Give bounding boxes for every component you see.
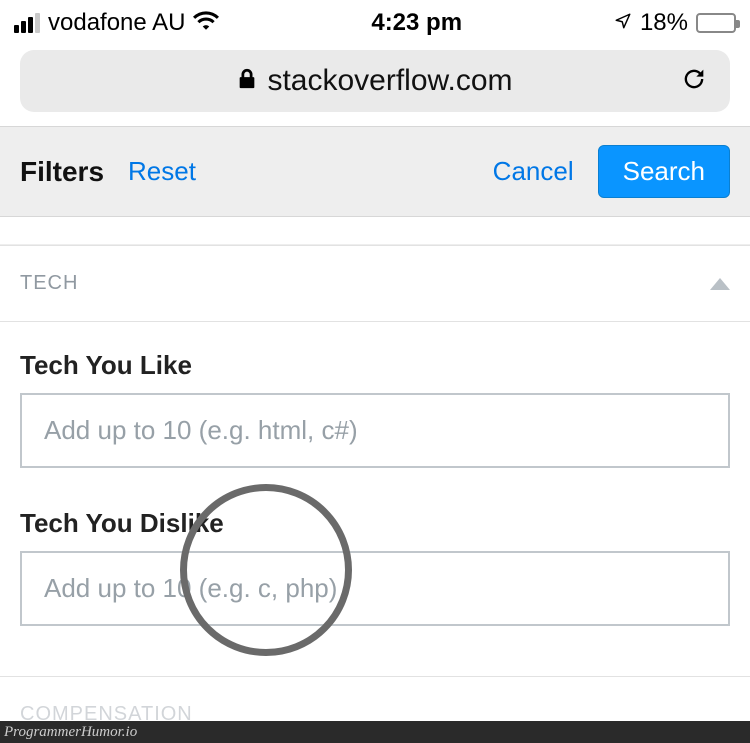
battery-percent: 18% bbox=[640, 9, 688, 37]
watermark-text: ProgrammerHumor.io bbox=[4, 724, 137, 741]
lock-icon bbox=[237, 68, 257, 95]
location-icon bbox=[614, 9, 632, 37]
wifi-icon bbox=[193, 9, 219, 37]
browser-chrome: stackoverflow.com bbox=[0, 44, 750, 126]
signal-strength-icon bbox=[14, 13, 40, 33]
reload-icon[interactable] bbox=[680, 65, 708, 98]
section-header-compensation[interactable]: COMPENSATION bbox=[0, 676, 750, 726]
tech-like-field: Tech You Like bbox=[20, 350, 730, 468]
cancel-link[interactable]: Cancel bbox=[493, 156, 574, 187]
address-bar[interactable]: stackoverflow.com bbox=[20, 50, 730, 112]
filters-title: Filters bbox=[20, 156, 104, 188]
chevron-up-icon bbox=[710, 278, 730, 290]
search-button[interactable]: Search bbox=[598, 145, 730, 198]
section-header-tech[interactable]: TECH bbox=[0, 245, 750, 322]
tech-dislike-input[interactable] bbox=[20, 551, 730, 626]
section-title: TECH bbox=[20, 272, 78, 295]
tech-form: Tech You Like Tech You Dislike bbox=[0, 322, 750, 676]
reset-link[interactable]: Reset bbox=[128, 156, 196, 187]
clock-time: 4:23 pm bbox=[371, 9, 462, 37]
tech-like-label: Tech You Like bbox=[20, 350, 730, 381]
status-left: vodafone AU bbox=[14, 9, 219, 37]
battery-icon bbox=[696, 13, 736, 33]
tech-like-input[interactable] bbox=[20, 393, 730, 468]
url-text: stackoverflow.com bbox=[267, 64, 512, 98]
spacer bbox=[0, 217, 750, 245]
watermark-bar: ProgrammerHumor.io bbox=[0, 721, 750, 743]
status-bar: vodafone AU 4:23 pm 18% bbox=[0, 0, 750, 44]
carrier-label: vodafone AU bbox=[48, 9, 185, 37]
tech-dislike-label: Tech You Dislike bbox=[20, 508, 730, 539]
status-right: 18% bbox=[614, 9, 736, 37]
tech-dislike-field: Tech You Dislike bbox=[20, 508, 730, 626]
filters-header: Filters Reset Cancel Search bbox=[0, 126, 750, 217]
